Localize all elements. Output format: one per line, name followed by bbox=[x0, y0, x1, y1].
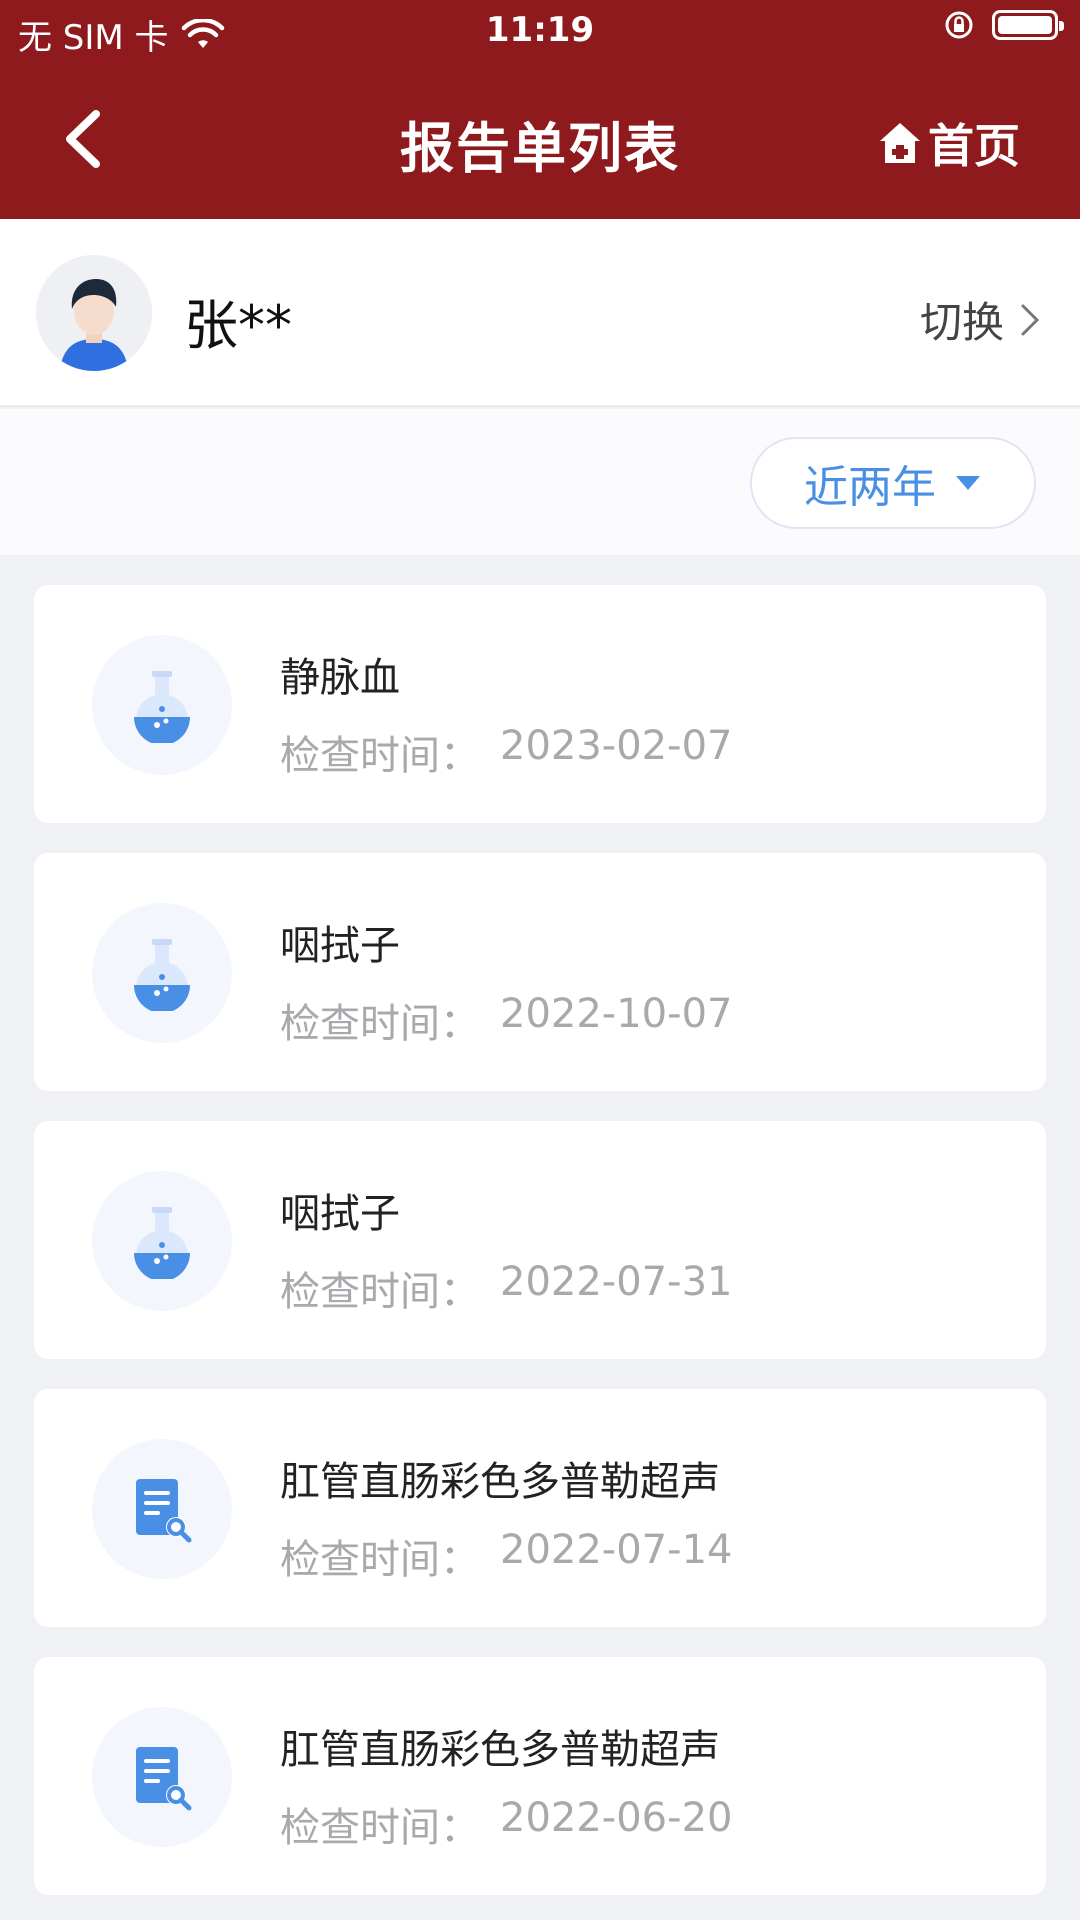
caret-down-icon bbox=[956, 476, 980, 490]
person-avatar-icon bbox=[36, 255, 152, 371]
report-item[interactable]: 静脉血 检查时间： 2023-02-07 bbox=[34, 585, 1046, 823]
home-label: 首页 bbox=[928, 119, 1020, 173]
switch-label: 切换 bbox=[919, 298, 1004, 347]
report-meta: 检查时间： 2022-07-31 bbox=[280, 1259, 732, 1317]
filter-bar: 近两年 bbox=[0, 409, 1080, 555]
report-meta: 检查时间： 2022-07-14 bbox=[280, 1527, 732, 1585]
home-icon bbox=[880, 123, 920, 163]
flask-icon bbox=[134, 671, 190, 743]
report-meta: 检查时间： 2022-06-20 bbox=[280, 1795, 732, 1853]
patient-name: 张** bbox=[184, 294, 292, 357]
exam-date: 2022-07-14 bbox=[500, 1527, 733, 1573]
status-bar: 无 SIM 卡 11:19 bbox=[0, 0, 1080, 60]
patient-card: 张** 切换 bbox=[0, 219, 1080, 407]
page: 无 SIM 卡 11:19 报告单列表 首页 张** 切换 近两年 静脉血 检查… bbox=[0, 0, 1080, 1920]
report-icon-badge bbox=[92, 1439, 232, 1579]
battery-icon bbox=[992, 10, 1064, 40]
date-range-filter[interactable]: 近两年 bbox=[750, 437, 1036, 529]
report-item[interactable]: 肛管直肠彩色多普勒超声 检查时间： 2022-06-20 bbox=[34, 1657, 1046, 1895]
exam-date: 2022-07-31 bbox=[500, 1259, 733, 1305]
report-name: 咽拭子 bbox=[280, 1191, 400, 1237]
exam-time-label: 检查时间： bbox=[280, 733, 480, 779]
exam-time-label: 检查时间： bbox=[280, 1537, 480, 1583]
chevron-right-icon bbox=[1021, 304, 1040, 335]
flask-icon bbox=[134, 939, 190, 1011]
exam-date: 2022-10-07 bbox=[500, 991, 733, 1037]
exam-date: 2022-06-20 bbox=[500, 1795, 733, 1841]
exam-time-label: 检查时间： bbox=[280, 1805, 480, 1851]
status-right bbox=[944, 10, 1064, 40]
report-icon-badge bbox=[92, 903, 232, 1043]
report-item[interactable]: 肛管直肠彩色多普勒超声 检查时间： 2022-07-14 bbox=[34, 1389, 1046, 1627]
report-meta: 检查时间： 2022-10-07 bbox=[280, 991, 732, 1049]
report-icon-badge bbox=[92, 1171, 232, 1311]
report-name: 咽拭子 bbox=[280, 923, 400, 969]
flask-icon bbox=[134, 1207, 190, 1279]
status-time: 11:19 bbox=[485, 10, 595, 50]
exam-date: 2023-02-07 bbox=[500, 723, 733, 769]
header: 无 SIM 卡 11:19 报告单列表 首页 bbox=[0, 0, 1080, 219]
nav-bar: 报告单列表 首页 bbox=[0, 88, 1080, 188]
report-item[interactable]: 咽拭子 检查时间： 2022-10-07 bbox=[34, 853, 1046, 1091]
report-list: 静脉血 检查时间： 2023-02-07 咽拭子 检查时间： 2022-10-0… bbox=[34, 585, 1046, 1920]
report-item[interactable]: 咽拭子 检查时间： 2022-07-31 bbox=[34, 1121, 1046, 1359]
home-button[interactable]: 首页 bbox=[876, 110, 1020, 176]
document-search-icon bbox=[136, 1747, 192, 1811]
exam-time-label: 检查时间： bbox=[280, 1269, 480, 1315]
avatar bbox=[36, 255, 152, 371]
date-range-label: 近两年 bbox=[804, 462, 936, 513]
rotation-lock-icon bbox=[945, 11, 973, 39]
report-name: 静脉血 bbox=[280, 655, 400, 701]
exam-time-label: 检查时间： bbox=[280, 1001, 480, 1047]
report-meta: 检查时间： 2023-02-07 bbox=[280, 723, 732, 781]
report-name: 肛管直肠彩色多普勒超声 bbox=[280, 1459, 720, 1505]
report-name: 肛管直肠彩色多普勒超声 bbox=[280, 1727, 720, 1773]
switch-patient-button[interactable]: 切换 bbox=[920, 289, 1042, 350]
report-icon-badge bbox=[92, 1707, 232, 1847]
document-search-icon bbox=[136, 1479, 192, 1543]
report-icon-badge bbox=[92, 635, 232, 775]
